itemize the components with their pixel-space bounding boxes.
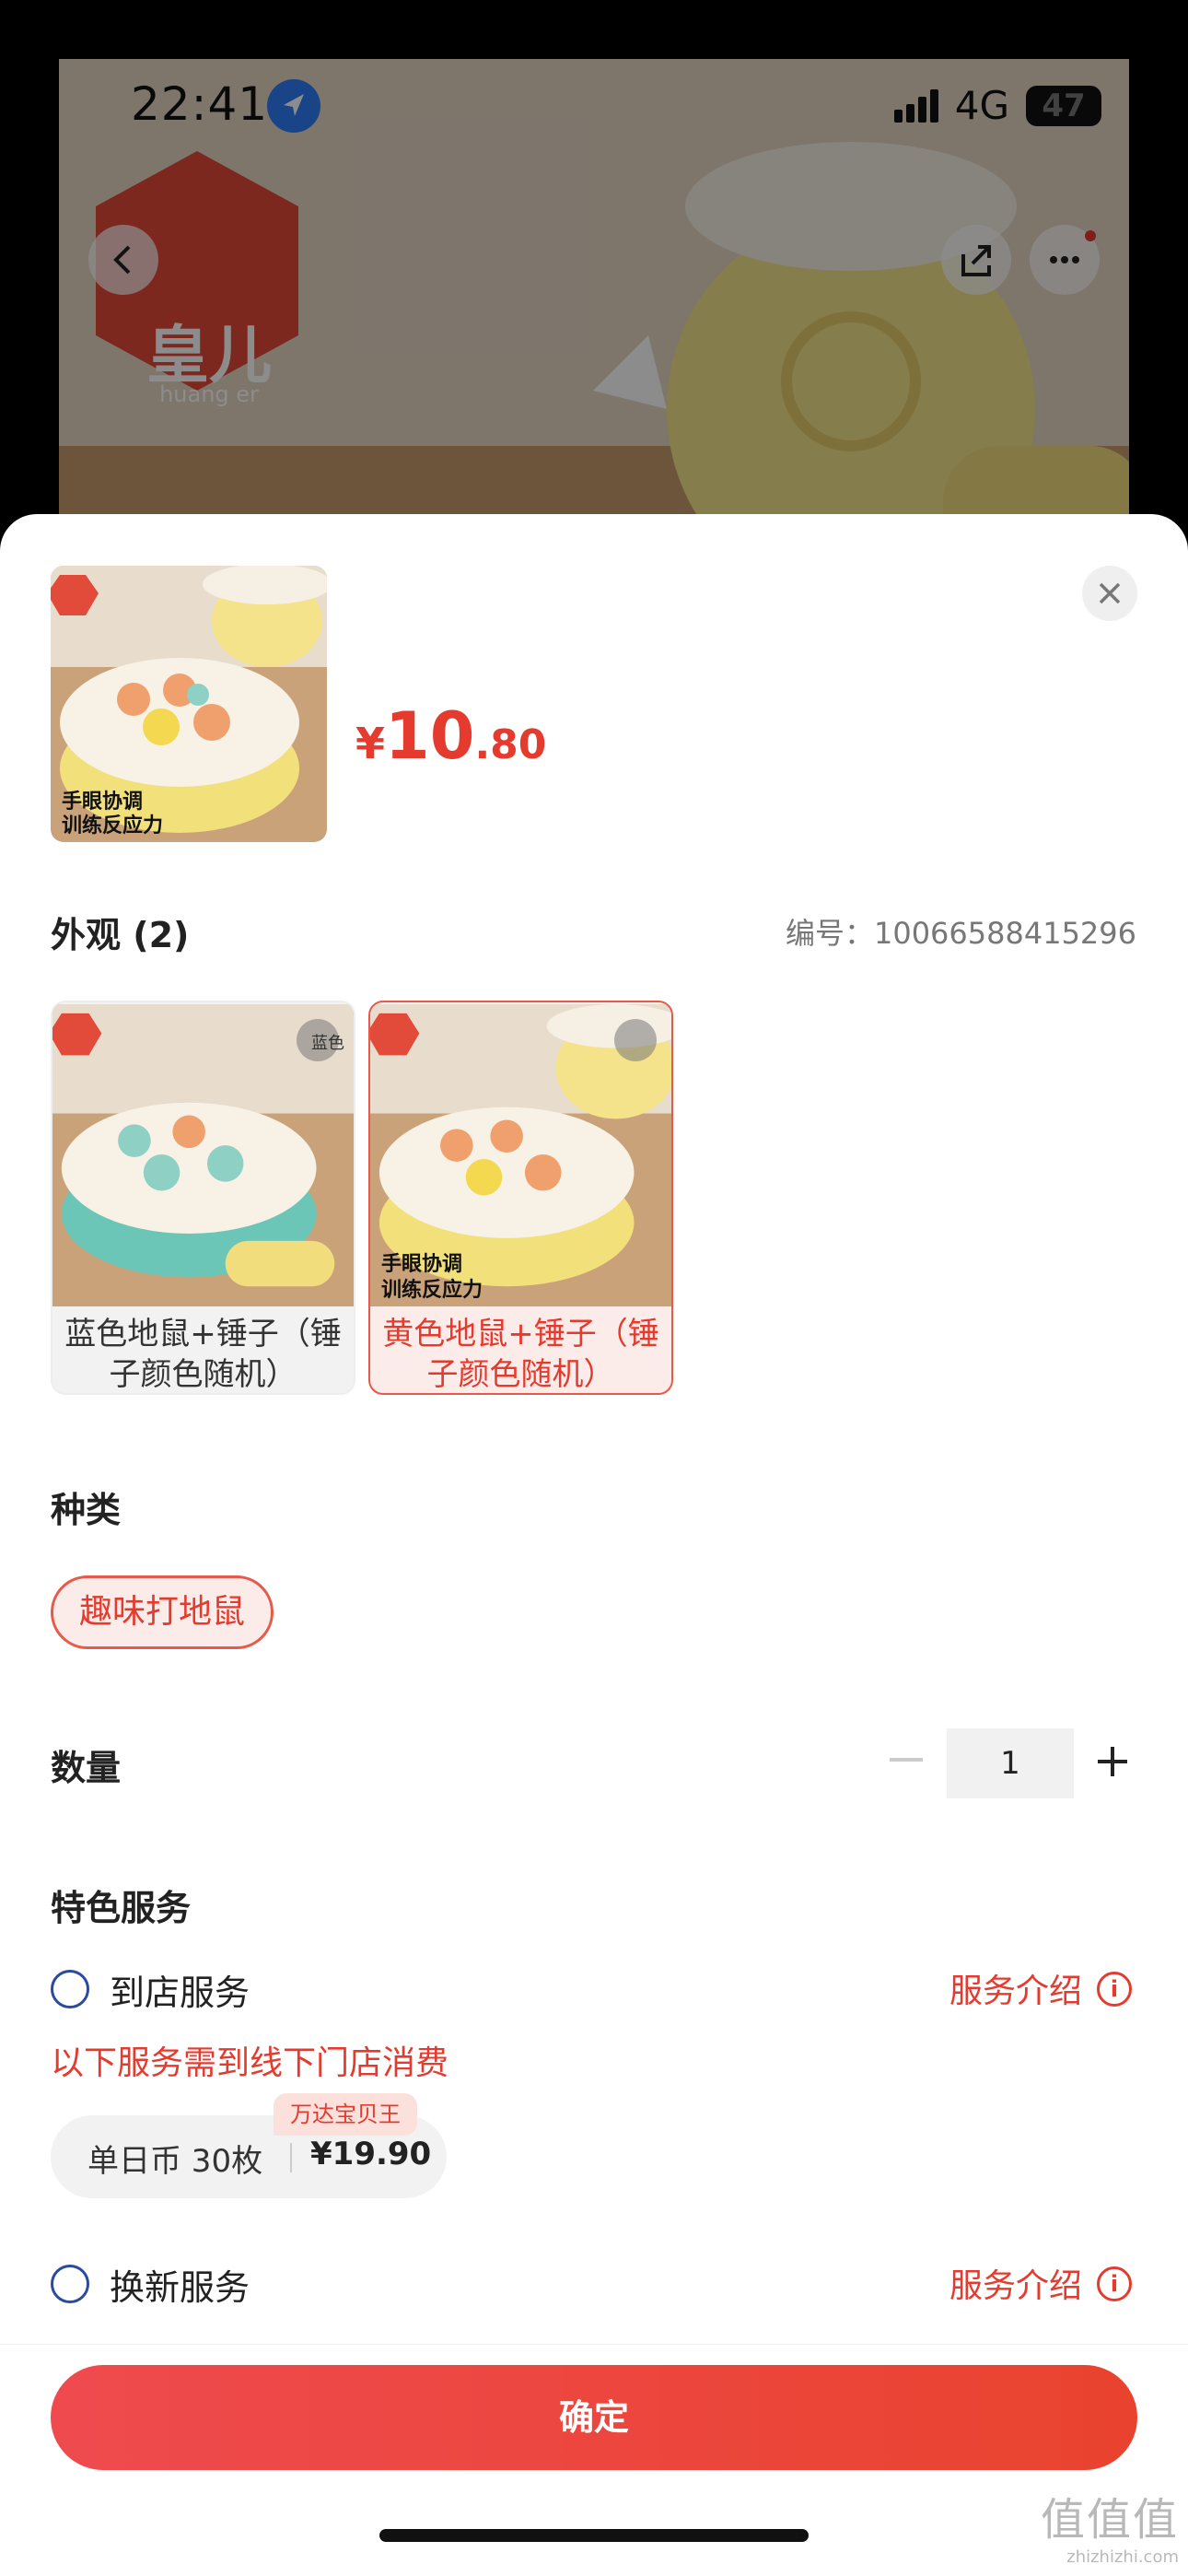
info-icon[interactable]: i — [1097, 2266, 1132, 2301]
services-title: 特色服务 — [51, 1888, 192, 1928]
price-currency: ¥ — [355, 719, 386, 768]
variant-option-blue[interactable]: 蓝色 蓝色地鼠+锤子（锤子颜色随机） — [51, 1001, 355, 1395]
info-icon[interactable]: i — [1097, 1972, 1132, 2007]
renew-icon — [51, 2265, 89, 2303]
home-indicator[interactable] — [379, 2529, 809, 2542]
product-code-value: 10066588415296 — [873, 916, 1136, 951]
watermark-main: 值值值 — [1040, 2494, 1179, 2546]
confirm-button[interactable]: 确定 — [51, 2365, 1137, 2470]
store-service-intro-link[interactable]: 服务介绍 — [949, 1964, 1082, 2012]
sku-selection-sheet: 手眼协调 训练反应力 ¥10.80 外观 (2) 编号：100665884152… — [0, 514, 1188, 2576]
variant-caption-line2: 训练反应力 — [381, 1279, 483, 1302]
renew-service-intro-link[interactable]: 服务介绍 — [949, 2259, 1082, 2307]
store-service-row: 到店服务 服务介绍 i — [51, 1961, 1137, 2016]
product-code-label: 编号： — [785, 916, 874, 951]
variant-option-yellow[interactable]: 手眼协调 训练反应力 黄色地鼠+锤子（锤子颜色随机） — [368, 1001, 673, 1395]
close-icon — [1099, 582, 1121, 604]
kind-option-selected[interactable]: 趣味打地鼠 — [51, 1575, 274, 1649]
store-icon — [51, 1970, 89, 2008]
price-decimal: .80 — [474, 721, 547, 768]
service-package-tag: 万达宝贝王 — [274, 2093, 417, 2136]
decrease-quantity-button[interactable] — [890, 1758, 923, 1762]
close-button[interactable] — [1082, 566, 1137, 621]
selected-product-thumbnail[interactable]: 手眼协调 训练反应力 — [51, 566, 327, 842]
appearance-title: 外观 (2) — [51, 915, 190, 955]
divider — [290, 2143, 292, 2172]
watermark: 值值值 zhizhizhi.com — [1041, 2483, 1179, 2567]
quantity-input[interactable]: 1 — [947, 1728, 1074, 1798]
watermark-sub: zhizhizhi.com — [1066, 2547, 1179, 2567]
variant-label-yellow: 黄色地鼠+锤子（锤子颜色随机） — [382, 1316, 659, 1393]
expand-icon[interactable] — [614, 1019, 657, 1061]
quantity-title: 数量 — [51, 1748, 122, 1788]
variant-label-blue: 蓝色地鼠+锤子（锤子颜色随机） — [64, 1316, 342, 1393]
kind-title: 种类 — [51, 1490, 122, 1530]
variant-corner-tag: 蓝色 — [311, 1034, 344, 1053]
renew-service-row: 换新服务 服务介绍 i — [51, 2255, 1137, 2311]
service-package-option[interactable]: 万达宝贝王 单日币 30枚 ¥19.90 — [51, 2093, 447, 2198]
store-service-name: 到店服务 — [110, 1973, 250, 2013]
service-package-name: 单日币 30枚 — [87, 2143, 263, 2180]
price-integer: 10 — [385, 698, 475, 774]
store-service-note: 以下服务需到线下门店消费 — [51, 2044, 449, 2082]
increase-quantity-button[interactable] — [1096, 1745, 1129, 1778]
thumbnail-caption-line2: 训练反应力 — [62, 814, 164, 837]
price: ¥10.80 — [355, 698, 546, 774]
product-code: 编号：10066588415296 — [786, 910, 1136, 953]
renew-service-name: 换新服务 — [110, 2267, 250, 2308]
service-package-price: ¥19.90 — [310, 2136, 432, 2172]
sheet-footer: 确定 值值值 zhizhizhi.com — [0, 2344, 1188, 2576]
